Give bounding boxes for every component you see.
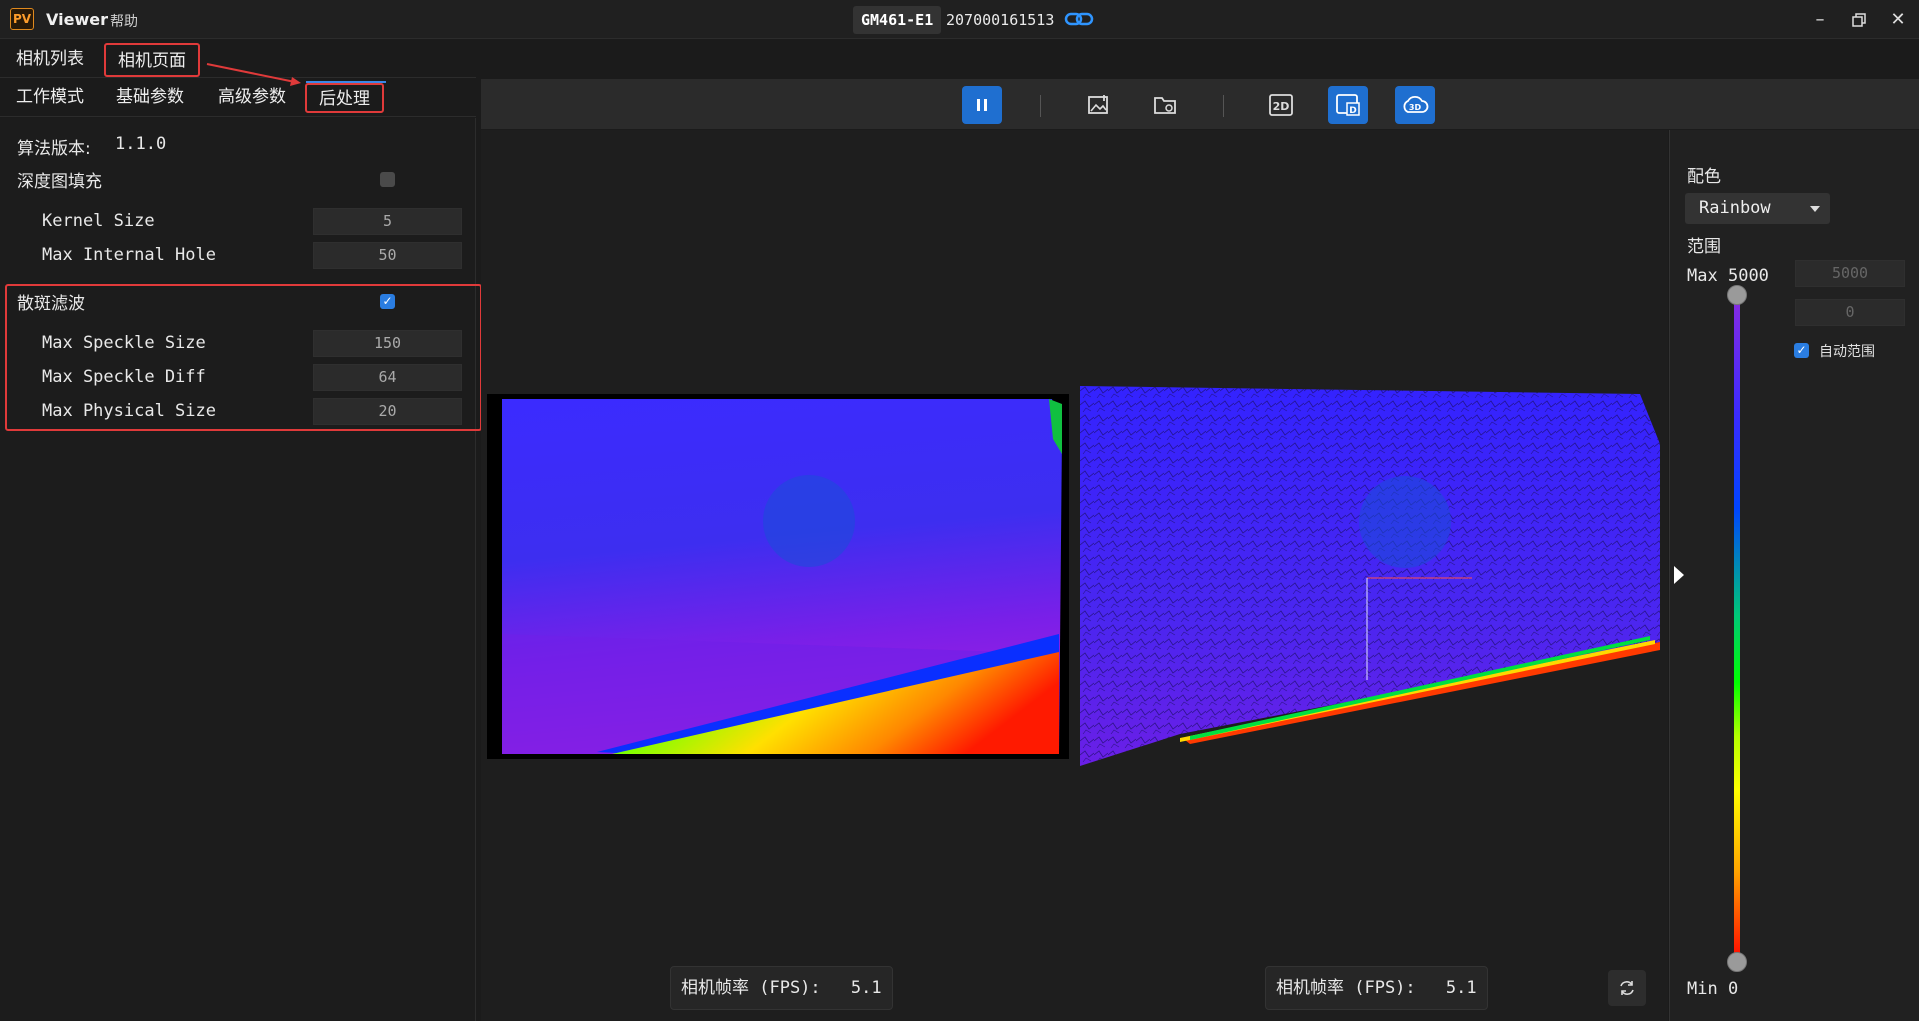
save-image-icon[interactable] xyxy=(1078,86,1118,124)
max-range-input[interactable]: 5000 xyxy=(1795,260,1905,287)
fps-readout-3d: 相机帧率 (FPS): 5.1 xyxy=(1265,966,1488,1010)
camera-model-badge: GM461-E1 xyxy=(853,6,942,34)
kernel-size-input[interactable]: 5 xyxy=(313,208,462,235)
auto-range-label: 自动范围 xyxy=(1819,344,1875,360)
depth-icon[interactable]: D xyxy=(1328,86,1368,124)
max-internal-hole-input[interactable]: 50 xyxy=(313,242,462,269)
min-value: 0 xyxy=(1727,979,1739,999)
toolbar-separator xyxy=(1040,95,1041,117)
min-range-input[interactable]: 0 xyxy=(1795,299,1905,326)
tab-advanced-params[interactable]: 高级参数 xyxy=(206,83,298,113)
max-label: Max 5000 xyxy=(1687,266,1769,286)
fps-label: 相机帧率 (FPS): xyxy=(1276,978,1416,998)
open-folder-icon[interactable] xyxy=(1145,86,1185,124)
tab-camera-page[interactable]: 相机页面 xyxy=(104,43,200,77)
title-bar: PV Viewer 帮助 GM461-E1 207000161513 – ✕ xyxy=(0,0,1919,39)
min-label: Min 0 xyxy=(1687,979,1739,999)
app-name: Viewer xyxy=(46,10,108,29)
kernel-size-label: Kernel Size xyxy=(42,211,155,231)
toolbar-separator xyxy=(1223,95,1224,117)
palette-select[interactable]: Rainbow xyxy=(1685,193,1830,224)
max-range-slider-handle[interactable] xyxy=(1727,285,1747,305)
algo-version-label: 算法版本: xyxy=(17,139,91,159)
max-value: 5000 xyxy=(1727,266,1769,286)
sub-tabs: 工作模式 基础参数 高级参数 后处理 xyxy=(0,79,476,117)
svg-text:D: D xyxy=(1349,106,1356,116)
2d-icon[interactable]: 2D xyxy=(1261,86,1301,124)
max-speckle-diff-label: Max Speckle Diff xyxy=(42,367,206,387)
max-speckle-size-input[interactable]: 150 xyxy=(313,330,462,357)
palette-label: 配色 xyxy=(1687,167,1721,187)
min-range-slider-handle[interactable] xyxy=(1727,952,1747,972)
viewer-toolbar: 2D D 3D xyxy=(481,79,1919,129)
speckle-filter-checkbox[interactable]: ✓ xyxy=(380,294,395,309)
depth-image-2d[interactable] xyxy=(487,394,1069,759)
fps-value: 5.1 xyxy=(850,978,882,998)
fps-readout-2d: 相机帧率 (FPS): 5.1 xyxy=(670,966,893,1010)
auto-range-checkbox[interactable]: ✓ xyxy=(1794,343,1809,358)
minimize-icon[interactable]: – xyxy=(1808,8,1832,32)
expand-arrow-icon[interactable] xyxy=(1674,566,1684,584)
range-label: 范围 xyxy=(1687,237,1721,257)
restore-icon[interactable] xyxy=(1847,8,1871,32)
tab-camera-list[interactable]: 相机列表 xyxy=(4,43,96,77)
pause-icon[interactable] xyxy=(962,86,1002,124)
color-range-bar xyxy=(1734,294,1740,964)
max-internal-hole-label: Max Internal Hole xyxy=(42,245,216,265)
chevron-down-icon xyxy=(1810,206,1820,212)
speckle-filter-label: 散斑滤波 xyxy=(17,294,85,314)
max-speckle-size-label: Max Speckle Size xyxy=(42,333,206,353)
postprocess-panel: 算法版本: 1.1.0 深度图填充 Kernel Size 5 Max Inte… xyxy=(0,118,482,1021)
3d-cloud-icon[interactable]: 3D xyxy=(1395,86,1435,124)
palette-value: Rainbow xyxy=(1699,198,1771,218)
max-physical-size-label: Max Physical Size xyxy=(42,401,216,421)
svg-text:2D: 2D xyxy=(1273,100,1290,113)
tab-basic-params[interactable]: 基础参数 xyxy=(104,83,196,113)
camera-serial: 207000161513 xyxy=(946,11,1055,29)
point-cloud-3d[interactable] xyxy=(1080,384,1665,778)
link-icon[interactable] xyxy=(1064,9,1094,33)
refresh-icon[interactable] xyxy=(1608,970,1646,1006)
max-speckle-diff-input[interactable]: 64 xyxy=(313,364,462,391)
app-logo: PV xyxy=(10,8,34,30)
tab-postprocess[interactable]: 后处理 xyxy=(305,83,384,113)
svg-text:3D: 3D xyxy=(1409,103,1422,112)
help-menu[interactable]: 帮助 xyxy=(110,11,138,31)
depth-fill-checkbox[interactable] xyxy=(380,172,395,187)
max-physical-size-input[interactable]: 20 xyxy=(313,398,462,425)
tab-work-mode[interactable]: 工作模式 xyxy=(4,83,96,113)
depth-fill-label: 深度图填充 xyxy=(17,172,102,192)
close-icon[interactable]: ✕ xyxy=(1886,8,1910,32)
fps-label: 相机帧率 (FPS): xyxy=(681,978,821,998)
fps-value: 5.1 xyxy=(1445,978,1477,998)
algo-version-value: 1.1.0 xyxy=(115,134,167,154)
